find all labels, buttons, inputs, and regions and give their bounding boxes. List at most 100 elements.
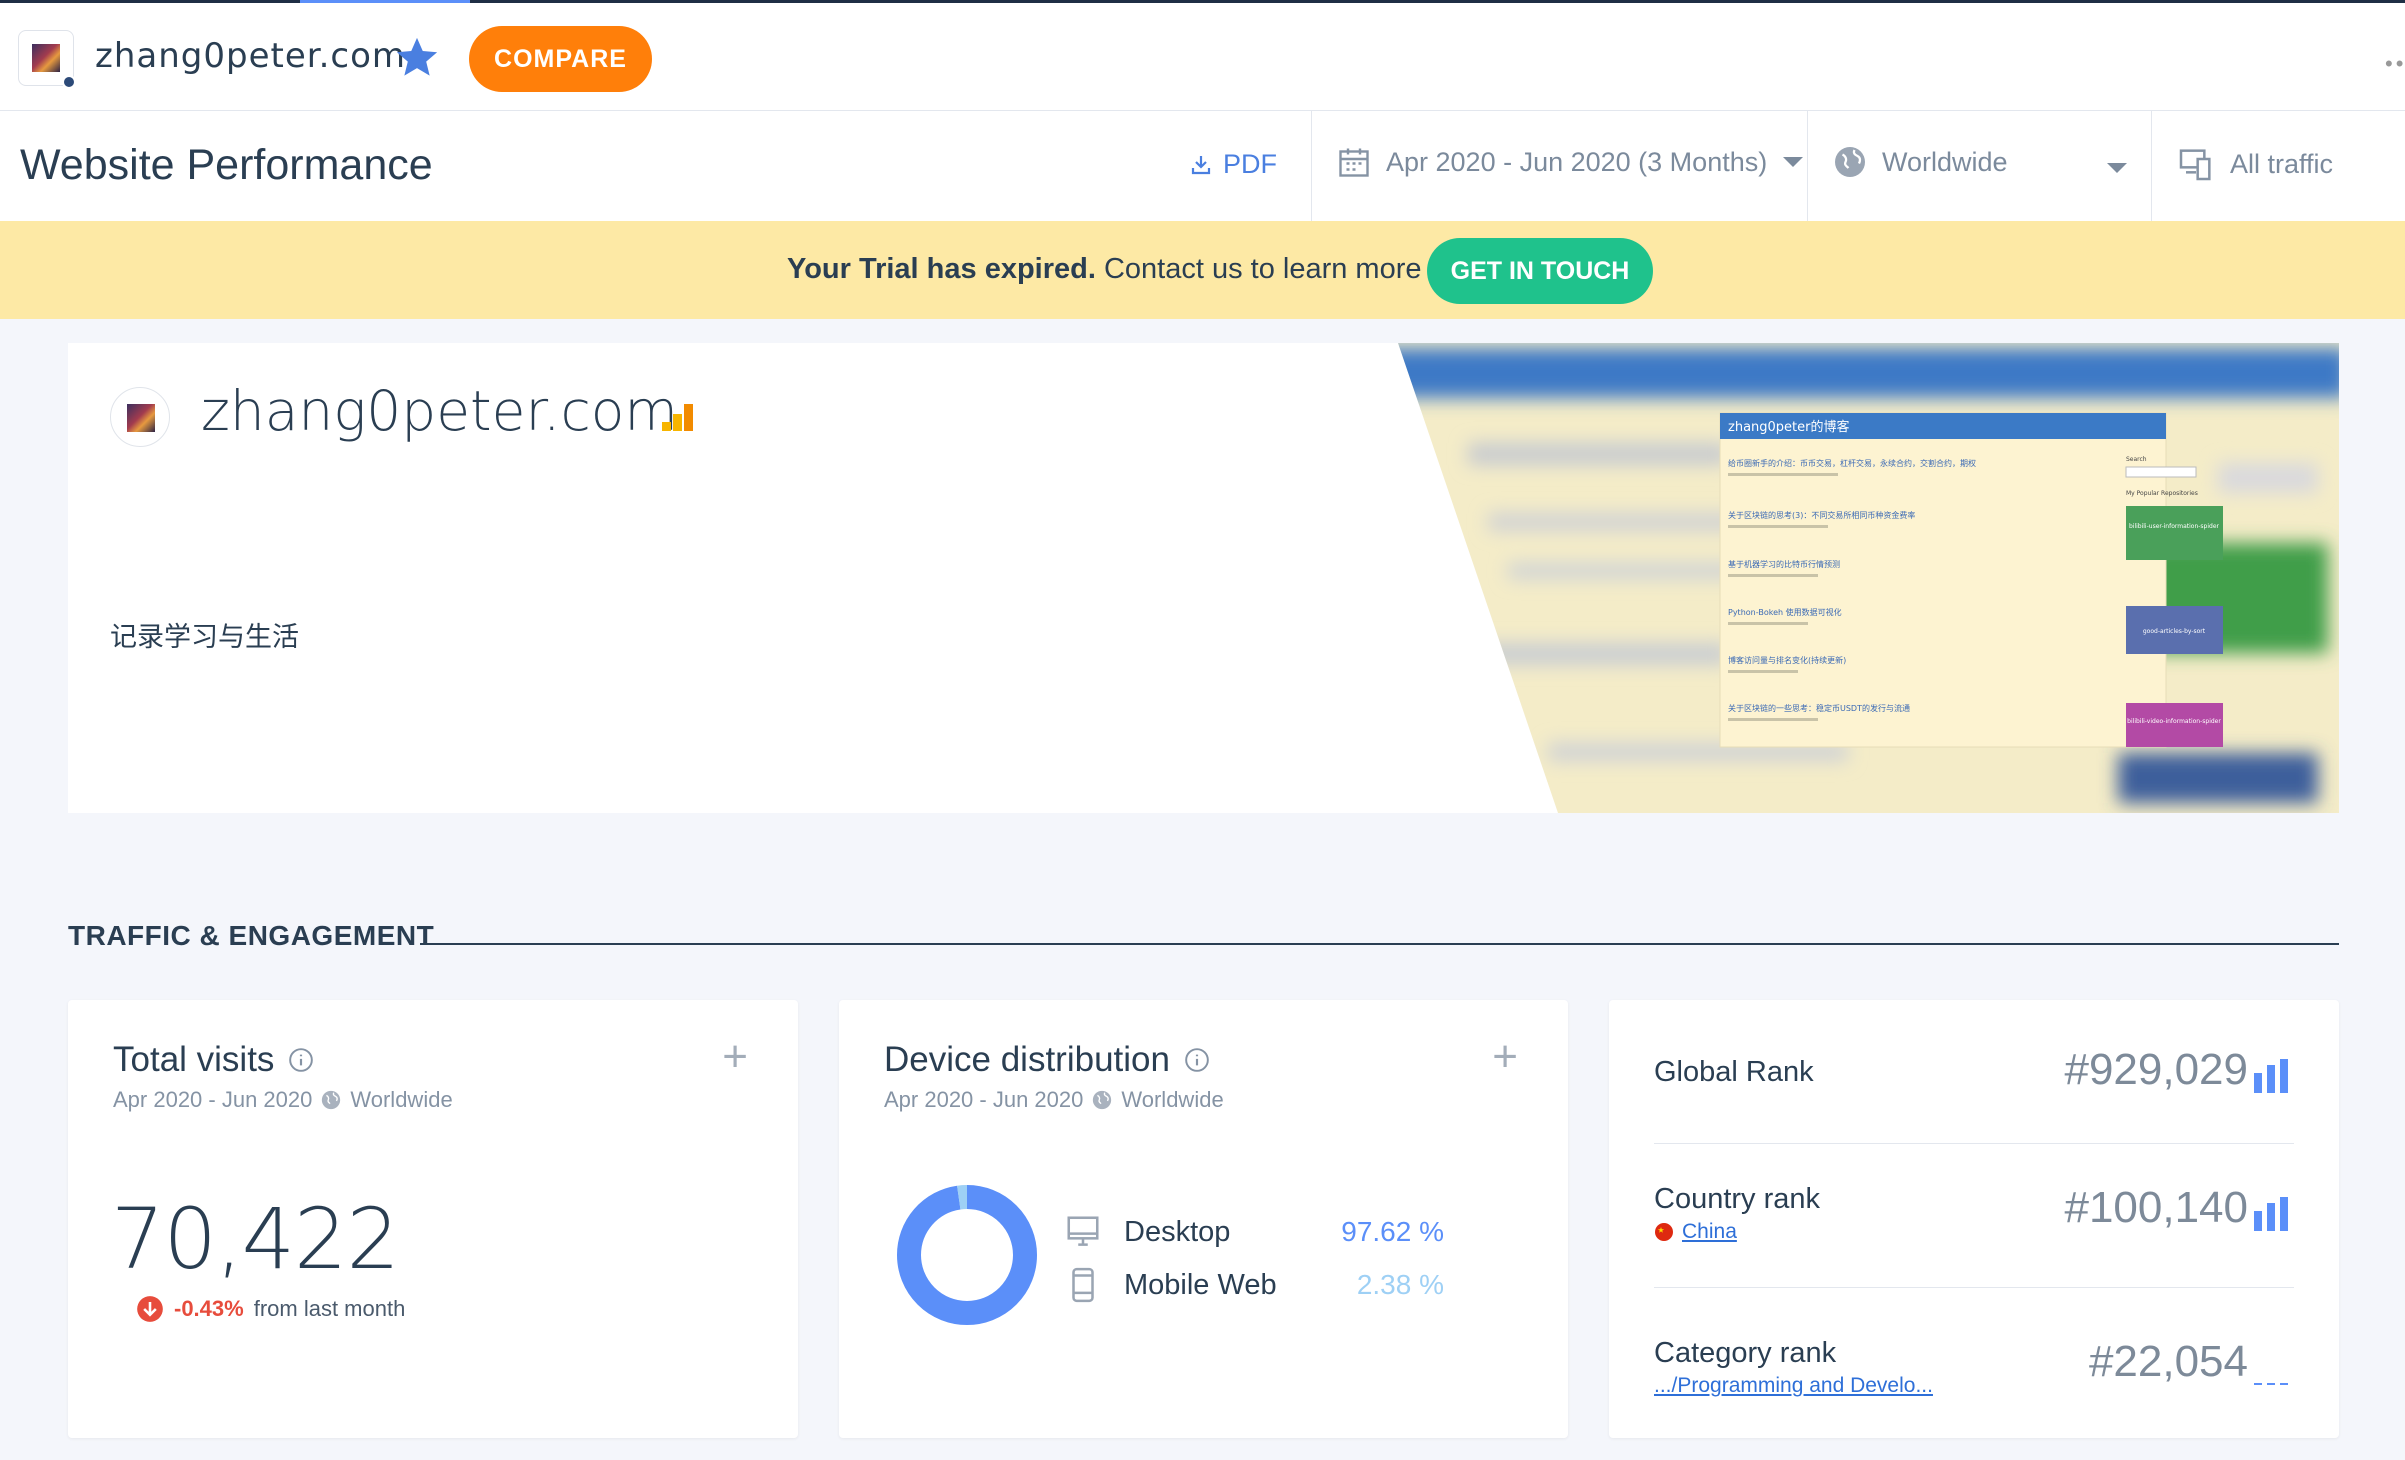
site-title: zhang0peter.com — [201, 379, 678, 443]
site-name: zhang0peter.com — [95, 36, 407, 76]
global-rank-value: #929,029 — [2064, 1045, 2294, 1095]
card-header: Device distribution — [884, 1040, 1210, 1080]
get-in-touch-button[interactable]: GET IN TOUCH — [1427, 238, 1653, 304]
thumbnail-repos-label: My Popular Repositories — [2126, 490, 2198, 497]
country-dropdown[interactable]: Worldwide — [1832, 144, 2008, 180]
site-overview-card: zhang0peter的博客 给币圈新手的介绍：币币交易，杠杆交易，永续合约，交… — [68, 343, 2339, 813]
rank-bars-icon — [2254, 1059, 2288, 1093]
traffic-type-dropdown[interactable]: All traffic — [2176, 144, 2333, 184]
period: Apr 2020 - Jun 2020 — [884, 1087, 1084, 1112]
category-name[interactable]: .../Programming and Develo... — [1654, 1374, 1933, 1398]
global-rank-row: Global Rank #929,029 — [1654, 1045, 2294, 1094]
page-title: Website Performance — [20, 141, 433, 189]
change-suffix: from last month — [253, 1296, 406, 1321]
arrow-down-icon — [137, 1296, 163, 1322]
trial-message-bold: Your Trial has expired. — [787, 253, 1096, 285]
divider — [1654, 1287, 2294, 1288]
devices-icon — [2179, 149, 2211, 181]
card-header: Total visits — [113, 1040, 314, 1080]
category-rank-number: #22,054 — [2088, 1337, 2248, 1386]
total-visits-card: Total visits Apr 2020 - Jun 2020 Worldwi… — [68, 1000, 798, 1438]
divider — [1311, 111, 1312, 221]
trial-message-rest: Contact us to learn more — [1095, 253, 1422, 285]
thumbnail-post: 博客访问量与排名变化(持续更新) — [1728, 655, 1846, 665]
donut-segment-desktop — [897, 1185, 1037, 1325]
card-subtitle: Apr 2020 - Jun 2020 Worldwide — [113, 1087, 453, 1113]
category-rank-row: Category rank .../Programming and Develo… — [1654, 1337, 2294, 1398]
traffic-type-value: All traffic — [2230, 148, 2334, 179]
divider — [1807, 111, 1808, 221]
visits-change: -0.43% from last month — [136, 1295, 405, 1323]
device-distribution-card: Device distribution Apr 2020 - Jun 2020 … — [839, 1000, 1568, 1438]
country-rank-row: Country rank China #100,140 — [1654, 1183, 2294, 1244]
thumbnail-search-label: Search — [2126, 456, 2147, 463]
device-share: 2.38 % — [1356, 1269, 1444, 1300]
device-row-desktop: Desktop 97.62 % — [1064, 1213, 1444, 1251]
pdf-label: PDF — [1223, 149, 1277, 179]
thumbnail-post: Python-Bokeh 使用数据可视化 — [1728, 607, 1842, 617]
rank-bars-icon — [2254, 1197, 2288, 1231]
card-title: Device distribution — [884, 1040, 1170, 1079]
website-thumbnail: zhang0peter的博客 给币圈新手的介绍：币币交易，杠杆交易，永续合约，交… — [1719, 412, 2223, 748]
thumbnail-repo: bilibili-video-information-spider — [2127, 718, 2221, 725]
compare-button[interactable]: COMPARE — [469, 26, 652, 92]
device-label: Mobile Web — [1124, 1268, 1277, 1301]
star-icon[interactable] — [394, 34, 440, 80]
device-label: Desktop — [1124, 1215, 1231, 1248]
section-title: TRAFFIC & ENGAGEMENT — [68, 920, 435, 951]
more-icon[interactable]: •• — [2385, 51, 2405, 77]
mobile-icon — [1072, 1267, 1094, 1303]
info-icon[interactable] — [1184, 1047, 1210, 1073]
geo: Worldwide — [350, 1087, 453, 1112]
country-rank-number: #100,140 — [2064, 1183, 2248, 1232]
rank-tier-icon — [662, 404, 693, 431]
rank-card: Global Rank #929,029 Country rank China … — [1609, 1000, 2339, 1438]
pdf-button[interactable]: PDF — [1189, 149, 1277, 180]
country-value: Worldwide — [1882, 146, 2008, 177]
add-icon[interactable]: + — [1492, 1032, 1518, 1082]
chevron-down-icon[interactable] — [2105, 161, 2129, 175]
date-range-dropdown[interactable]: Apr 2020 - Jun 2020 (3 Months) — [1336, 144, 1805, 180]
rank-dashes-icon — [2254, 1383, 2288, 1385]
divider — [2151, 111, 2152, 221]
globe-icon — [322, 1090, 341, 1110]
globe-icon — [1835, 147, 1865, 177]
thumbnail-post: 基于机器学习的比特币行情预测 — [1728, 559, 1840, 569]
thumbnail-blog-title: zhang0peter的博客 — [1728, 419, 1849, 435]
loading-indicator — [300, 0, 470, 3]
top-bar: zhang0peter.com COMPARE •• — [0, 0, 2405, 111]
card-subtitle: Apr 2020 - Jun 2020 Worldwide — [884, 1087, 1224, 1113]
category-rank-value: #22,054 — [2089, 1337, 2294, 1387]
performance-header: Website Performance PDF Apr 2020 - Jun 2… — [0, 111, 2405, 221]
device-donut-chart — [897, 1185, 1037, 1325]
add-icon[interactable]: + — [722, 1032, 748, 1082]
site-favicon — [18, 30, 76, 89]
thumbnail-repo: good-articles-by-sort — [2143, 628, 2206, 635]
download-icon — [1191, 155, 1211, 174]
country-rank-value: #100,140 — [2064, 1183, 2294, 1233]
geo: Worldwide — [1121, 1087, 1224, 1112]
site-favicon — [110, 387, 170, 447]
device-row-mobile: Mobile Web 2.38 % — [1064, 1264, 1444, 1306]
chevron-down-icon — [1783, 157, 1804, 167]
china-flag-icon — [1655, 1223, 1673, 1241]
thumbnail-repo: bilibili-user-information-spider — [2129, 523, 2220, 530]
desktop-icon — [1067, 1216, 1099, 1246]
trial-banner: Your Trial has expired. Contact us to le… — [0, 221, 2405, 319]
country-name[interactable]: China — [1682, 1220, 1737, 1244]
total-visits-value: 70,422 — [111, 1190, 400, 1288]
thumbnail-post: 给币圈新手的介绍：币币交易，杠杆交易，永续合约，交割合约，期权 — [1728, 458, 1976, 468]
global-rank-number: #929,029 — [2064, 1045, 2248, 1094]
section-divider — [420, 943, 2339, 945]
status-dot — [62, 75, 76, 89]
site-description: 记录学习与生活 — [110, 622, 299, 652]
divider — [1654, 1143, 2294, 1144]
info-icon[interactable] — [288, 1047, 314, 1073]
period: Apr 2020 - Jun 2020 — [113, 1087, 313, 1112]
card-title: Total visits — [113, 1040, 275, 1079]
thumbnail-post: 关于区块链的思考(3)：不同交易所相同币种资金费率 — [1728, 510, 1915, 520]
change-percent: -0.43% — [174, 1296, 244, 1321]
trial-message: Your Trial has expired. Contact us to le… — [787, 253, 1422, 286]
device-share: 97.62 % — [1341, 1216, 1444, 1247]
thumbnail-post: 关于区块链的一些思考：稳定币USDT的发行与流通 — [1728, 703, 1910, 713]
